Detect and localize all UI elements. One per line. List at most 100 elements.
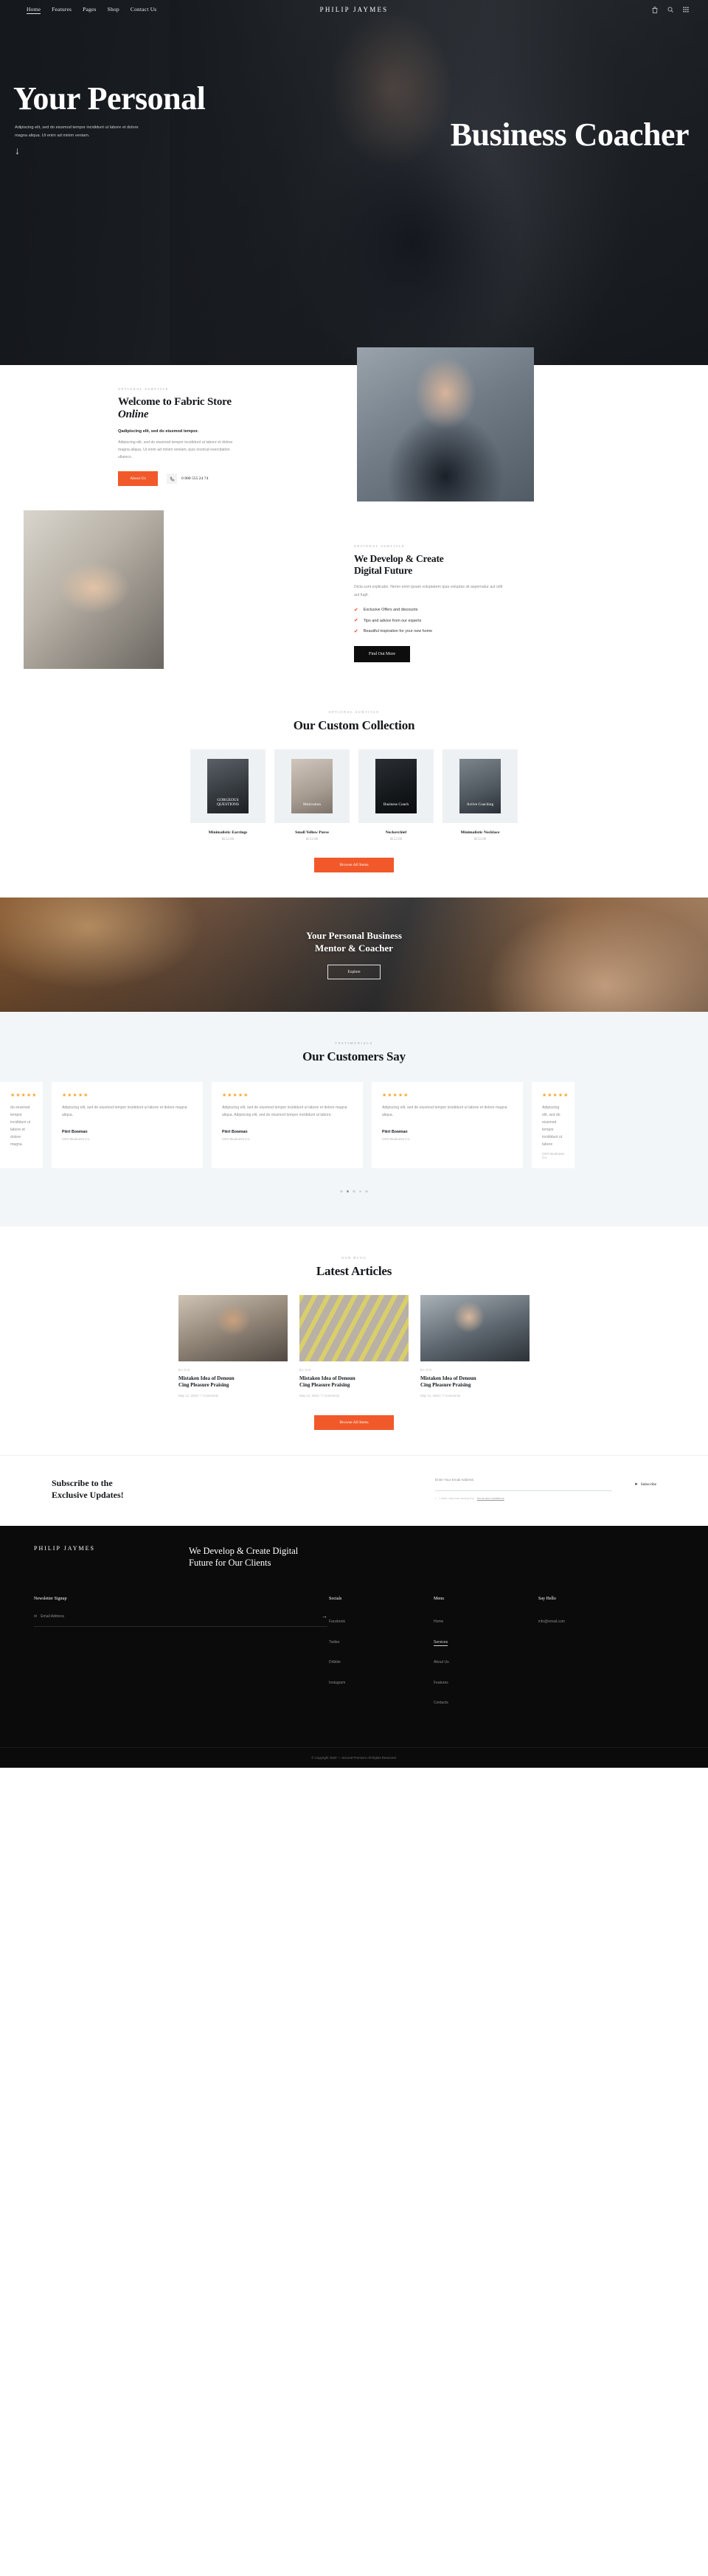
nav-item-pages[interactable]: Pages — [83, 6, 97, 14]
footer-link-item: About Us — [434, 1653, 538, 1667]
subscribe-title: Subscribe to the Exclusive Updates! — [52, 1478, 199, 1501]
testimonial-carousel[interactable]: ★★★★★ do eiusmod tempor incididunt ut la… — [0, 1082, 708, 1168]
arrow-right-icon[interactable]: → — [322, 1613, 327, 1619]
grid-menu-icon[interactable] — [683, 7, 689, 13]
blog-card[interactable]: BLOG Mistaken Idea of Denoun Cing Pleasu… — [178, 1295, 288, 1398]
product-price: $152.00 — [221, 838, 235, 841]
product-name: Neckerchief — [385, 830, 407, 835]
subscribe-form: Enter Your Email Address ▪ I have read a… — [435, 1478, 656, 1500]
footer-link-item: Facebook — [329, 1613, 434, 1626]
banner-explore-button[interactable]: Explore — [327, 964, 381, 979]
blog-card[interactable]: BLOG Mistaken Idea of Denoun Cing Pleasu… — [420, 1295, 530, 1398]
product-thumbnail: Business Coach — [358, 749, 434, 823]
testimonial-card[interactable]: ★★★★★ do eiusmod tempor incididunt ut la… — [0, 1082, 43, 1168]
testimonial-role: CEO Business Co. — [222, 1136, 251, 1141]
footer-link-item: Dribble — [329, 1653, 434, 1667]
about-us-button[interactable]: About Us — [118, 471, 158, 487]
newsletter-input-row[interactable]: ✉ → — [34, 1613, 327, 1628]
footer-logo[interactable]: PHILIP JAYMES — [34, 1545, 181, 1569]
rating-stars: ★★★★★ — [10, 1093, 38, 1098]
subscribe-terms-note: ▪ I have read and accept the terms and c… — [435, 1496, 656, 1500]
feature-item: ✔ Exclusive Offers and discounts — [354, 608, 538, 613]
product-thumbnail: Active Coaching — [442, 749, 518, 823]
footer-link-dribble[interactable]: Dribble — [329, 1660, 341, 1664]
blog-post-title[interactable]: Mistaken Idea of Denoun Cing Pleasure Pr… — [178, 1375, 288, 1389]
testimonial-body: do eiusmod tempor incididunt ut labore e… — [10, 1105, 31, 1147]
footer-claim: We Develop & Create Digital Future for O… — [189, 1545, 454, 1569]
nav-item-contact-us[interactable]: Contact Us — [131, 6, 157, 14]
product-card[interactable]: Active Coaching Minimalistic Necklace $1… — [442, 749, 518, 841]
blog-section: OUR BLOG Latest Articles BLOG Mistaken I… — [0, 1226, 708, 1455]
blog-card[interactable]: BLOG Mistaken Idea of Denoun Cing Pleasu… — [299, 1295, 409, 1398]
footer-link-about-us[interactable]: About Us — [434, 1660, 449, 1664]
footer-link-home[interactable]: Home — [434, 1619, 443, 1624]
site-footer: PHILIP JAYMES We Develop & Create Digita… — [0, 1526, 708, 1768]
cart-icon[interactable] — [652, 6, 658, 13]
subscribe-section: Subscribe to the Exclusive Updates! Ente… — [0, 1454, 708, 1527]
carousel-dots[interactable] — [0, 1190, 708, 1193]
footer-link-facebook[interactable]: Facebook — [329, 1619, 345, 1624]
footer-email-link[interactable]: info@email.com — [538, 1619, 565, 1624]
product-name: Minimalistic Necklace — [460, 830, 500, 835]
testimonial-card[interactable]: ★★★★★ Adipiscing elit, sed do eiusmod te… — [372, 1082, 523, 1168]
search-icon[interactable] — [667, 7, 673, 13]
testimonial-author: Piërt Bowman — [62, 1129, 88, 1134]
carousel-dot[interactable] — [353, 1190, 355, 1193]
terms-checkbox[interactable]: ▪ — [435, 1496, 436, 1500]
check-icon: ✔ — [354, 618, 358, 624]
nav-item-shop[interactable]: Shop — [108, 6, 119, 14]
product-card[interactable]: GORGEOUS QUESTIONS Minimalistic Earrings… — [190, 749, 266, 841]
footer-link-item: Twitter — [329, 1634, 434, 1647]
scroll-down-arrow-icon[interactable]: ↓ — [15, 145, 20, 156]
banner-title-line2: Mentor & Coacher — [315, 942, 393, 954]
testimonials-heading: TESTIMONIALS Our Customers Say — [0, 1041, 708, 1064]
carousel-dot-active[interactable] — [346, 1190, 350, 1193]
product-card[interactable]: Motivation Small Yellow Purse $152.00 — [274, 749, 350, 841]
find-out-more-button[interactable]: Find Out More — [354, 646, 410, 663]
terms-link[interactable]: terms and conditions — [477, 1496, 504, 1500]
welcome-lead: Qadipiscing elit, sed do eiusmod tempor. — [118, 428, 199, 434]
hero-headline: Your Personal Business Coacher — [13, 82, 699, 152]
subscribe-button[interactable]: ➤ Subscribe — [634, 1482, 656, 1487]
testimonial-card[interactable]: ★★★★★ Adipiscing elit, sed do eiusmod te… — [532, 1082, 575, 1168]
footer-link-contacts[interactable]: Contacts — [434, 1701, 448, 1705]
feature-label: Tips and advice from our experts — [363, 618, 422, 623]
nav-item-home[interactable]: Home — [27, 6, 41, 14]
browse-all-items-button[interactable]: Browse All Items — [314, 858, 394, 872]
feature-label: Beautiful inspiration for your new home — [363, 629, 433, 634]
carousel-dot[interactable] — [340, 1190, 343, 1193]
product-card[interactable]: Business Coach Neckerchief $152.00 — [358, 749, 434, 841]
footer-link-features[interactable]: Features — [434, 1681, 448, 1685]
carousel-dot[interactable] — [365, 1190, 368, 1193]
testimonial-card[interactable]: ★★★★★ Adipiscing elit, sed do eiusmod te… — [212, 1082, 363, 1168]
product-price: $152.00 — [473, 838, 487, 841]
site-logo[interactable]: PHILIP JAYMES — [320, 6, 389, 13]
blog-post-title[interactable]: Mistaken Idea of Denoun Cing Pleasure Pr… — [420, 1375, 530, 1389]
testimonial-role: CEO Business Co. — [542, 1151, 564, 1159]
footer-link-instagram[interactable]: Instagram — [329, 1681, 345, 1685]
carousel-dot[interactable] — [358, 1190, 362, 1193]
footer-link-item: Services — [434, 1634, 538, 1647]
blog-thumbnail — [420, 1295, 530, 1362]
nav-item-features[interactable]: Features — [52, 6, 72, 14]
develop-title: We Develop & Create Digital Future — [354, 553, 538, 577]
product-grid: GORGEOUS QUESTIONS Minimalistic Earrings… — [0, 749, 708, 841]
newsletter-email-input[interactable] — [41, 1614, 322, 1619]
footer-link-twitter[interactable]: Twitter — [329, 1640, 340, 1645]
blog-post-title[interactable]: Mistaken Idea of Denoun Cing Pleasure Pr… — [299, 1375, 409, 1389]
phone-block[interactable]: 0 800 555 24 74 — [167, 473, 208, 485]
blog-tag: BLOG — [178, 1368, 191, 1372]
testimonial-author: Piërt Bowman — [222, 1129, 248, 1134]
product-thumbnail: GORGEOUS QUESTIONS — [190, 749, 266, 823]
footer-link-item: Features — [434, 1674, 538, 1687]
blog-browse-all-button[interactable]: Browse All Items — [314, 1414, 394, 1430]
subscribe-button-label: Subscribe — [640, 1482, 656, 1487]
footer-link-services[interactable]: Services — [434, 1639, 448, 1646]
footer-link-item: Home — [434, 1613, 538, 1626]
testimonial-card[interactable]: ★★★★★ Adipiscing elit, sed do eiusmod te… — [52, 1082, 203, 1168]
welcome-eyebrow: OPTIONAL SUBTITLE — [118, 387, 170, 391]
send-icon: ➤ — [634, 1482, 638, 1487]
footer-link-item: Contacts — [434, 1694, 538, 1707]
blog-grid: BLOG Mistaken Idea of Denoun Cing Pleasu… — [0, 1295, 708, 1398]
subscribe-email-input[interactable] — [435, 1482, 612, 1491]
